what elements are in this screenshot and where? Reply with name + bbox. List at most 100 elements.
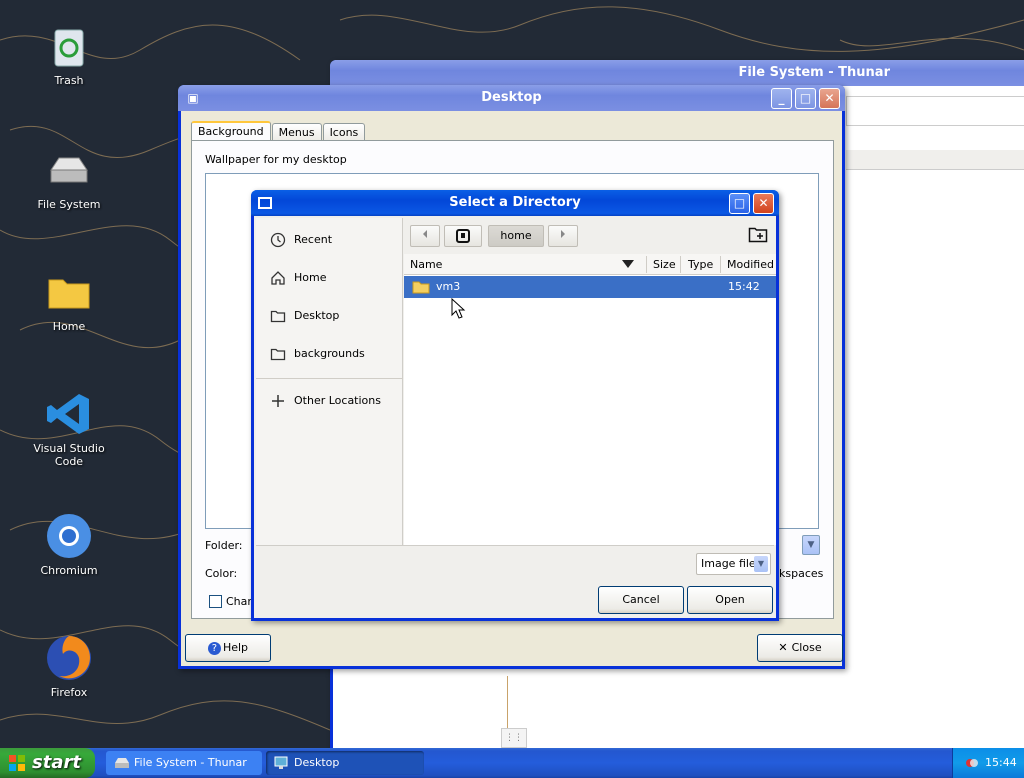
window-app-icon [258, 197, 272, 209]
close-window-button[interactable]: ✕ [819, 88, 840, 109]
desktop-icon-file-system[interactable]: File System [19, 146, 119, 211]
desktop-icon-firefox[interactable]: Firefox [19, 634, 119, 699]
desktop-icon-label: Home [52, 320, 86, 333]
task-label: Desktop [294, 756, 340, 769]
drive-icon [50, 157, 88, 183]
thunar-titlebar[interactable]: File System - Thunar [330, 60, 1024, 86]
column-type[interactable]: Type [688, 254, 713, 275]
path-toolbar: home [404, 218, 776, 256]
settings-tabs: Background Menus Icons [191, 121, 366, 141]
maximize-button[interactable]: □ [795, 88, 816, 109]
row-modified: 15:42 [728, 280, 760, 293]
column-name[interactable]: Name [410, 254, 442, 275]
close-window-button[interactable]: ✕ [753, 193, 774, 214]
back-button[interactable] [410, 225, 440, 247]
network-icon[interactable] [965, 756, 979, 770]
color-label: Color: [205, 567, 238, 580]
new-folder-icon [748, 227, 768, 243]
new-folder-button[interactable] [746, 225, 770, 247]
table-row[interactable]: vm3 15:42 [404, 276, 776, 298]
place-backgrounds[interactable]: backgrounds [270, 344, 365, 364]
task-desktop[interactable]: Desktop [266, 751, 424, 775]
place-other-locations[interactable]: Other Locations [270, 391, 381, 411]
help-button[interactable]: ? Help [185, 634, 271, 662]
maximize-button[interactable]: □ [729, 193, 750, 214]
desktop-icon-label: Chromium [40, 564, 98, 577]
column-modified[interactable]: Modified [727, 254, 774, 275]
select-directory-title: Select a Directory [449, 195, 581, 210]
column-size[interactable]: Size [653, 254, 676, 275]
recent-icon [270, 232, 286, 248]
tab-menus[interactable]: Menus [271, 123, 322, 141]
place-label: Desktop [294, 309, 340, 322]
thunar-resize-handle[interactable]: ⋮⋮ [501, 728, 527, 748]
close-icon: ✕ [778, 641, 788, 654]
start-button[interactable]: start [0, 748, 95, 778]
cancel-button[interactable]: Cancel [598, 586, 684, 614]
vscode-icon [47, 394, 89, 434]
close-button[interactable]: ✕ Close [757, 634, 843, 662]
window-app-icon: ▣ [187, 91, 199, 105]
windows-logo-icon [9, 755, 25, 771]
column-divider [680, 256, 681, 273]
folder-label: Folder: [205, 539, 243, 552]
folder-icon [270, 348, 286, 361]
desktop-icon-vscode[interactable]: Visual Studio Code [19, 390, 119, 468]
desktop-icon-label: Firefox [50, 686, 88, 699]
places-sidebar: Recent Home Desktop backgrounds Other Lo… [256, 218, 403, 545]
drive-icon [456, 229, 470, 243]
folder-dropdown[interactable]: ▼ [802, 535, 820, 555]
plus-icon [272, 395, 284, 407]
row-name: vm3 [436, 280, 461, 293]
desktop-settings-icon [274, 756, 288, 769]
close-button-label: Close [791, 641, 822, 654]
file-type-filter[interactable]: Image files ▼ [696, 553, 771, 575]
minimize-button[interactable]: _ [771, 88, 792, 109]
thunar-tree-line [507, 676, 508, 736]
select-directory-titlebar[interactable]: Select a Directory □ ✕ [251, 190, 779, 216]
desktop-icon-home[interactable]: Home [19, 268, 119, 333]
place-home[interactable]: Home [270, 268, 326, 288]
folder-icon [48, 279, 90, 309]
forward-button[interactable] [548, 225, 578, 247]
chevron-right-icon [561, 230, 565, 238]
tab-background[interactable]: Background [191, 121, 271, 141]
column-divider [720, 256, 721, 273]
place-desktop[interactable]: Desktop [270, 306, 339, 326]
desktop-icon-label: Trash [54, 74, 84, 87]
wallpaper-label: Wallpaper for my desktop [205, 153, 347, 166]
place-label: Home [294, 271, 327, 284]
desktop-icon-label: File System [37, 198, 101, 211]
task-thunar[interactable]: File System - Thunar [106, 751, 262, 775]
taskbar: start File System - Thunar Desktop 15:44 [0, 748, 1024, 778]
chevron-down-icon: ▼ [754, 556, 768, 572]
desktop-icon-chromium[interactable]: Chromium [19, 512, 119, 577]
workspaces-label: kspaces [779, 567, 824, 580]
open-button[interactable]: Open [687, 586, 773, 614]
home-icon [271, 271, 285, 285]
mouse-cursor-icon [451, 298, 466, 319]
desktop-settings-title: Desktop [481, 90, 542, 105]
desktop-settings-titlebar[interactable]: Desktop ▣ _ □ ✕ [178, 85, 845, 111]
sort-down-icon [622, 260, 634, 268]
home-path-button[interactable]: home [488, 225, 544, 247]
system-tray: 15:44 [952, 748, 1024, 778]
root-path-button[interactable] [444, 225, 482, 247]
chromium-icon [47, 514, 91, 558]
tab-icons[interactable]: Icons [322, 123, 366, 141]
thunar-column-header [846, 150, 1024, 170]
chevron-left-icon [423, 230, 427, 238]
thunar-location-bar[interactable] [846, 96, 1024, 126]
change-checkbox[interactable] [209, 595, 222, 608]
place-label: Recent [294, 233, 333, 246]
clock[interactable]: 15:44 [985, 756, 1017, 769]
help-icon: ? [207, 642, 221, 655]
place-recent[interactable]: Recent [270, 230, 332, 250]
desktop-icon-trash[interactable]: Trash [19, 22, 119, 87]
desktop-icon-label: Visual Studio Code [33, 442, 105, 468]
folder-icon [270, 310, 286, 323]
start-label: start [32, 752, 81, 773]
firefox-icon [47, 636, 91, 680]
file-type-filter-value: Image files [701, 557, 762, 570]
file-list: Name Size Type Modified vm3 15:42 [404, 254, 776, 545]
